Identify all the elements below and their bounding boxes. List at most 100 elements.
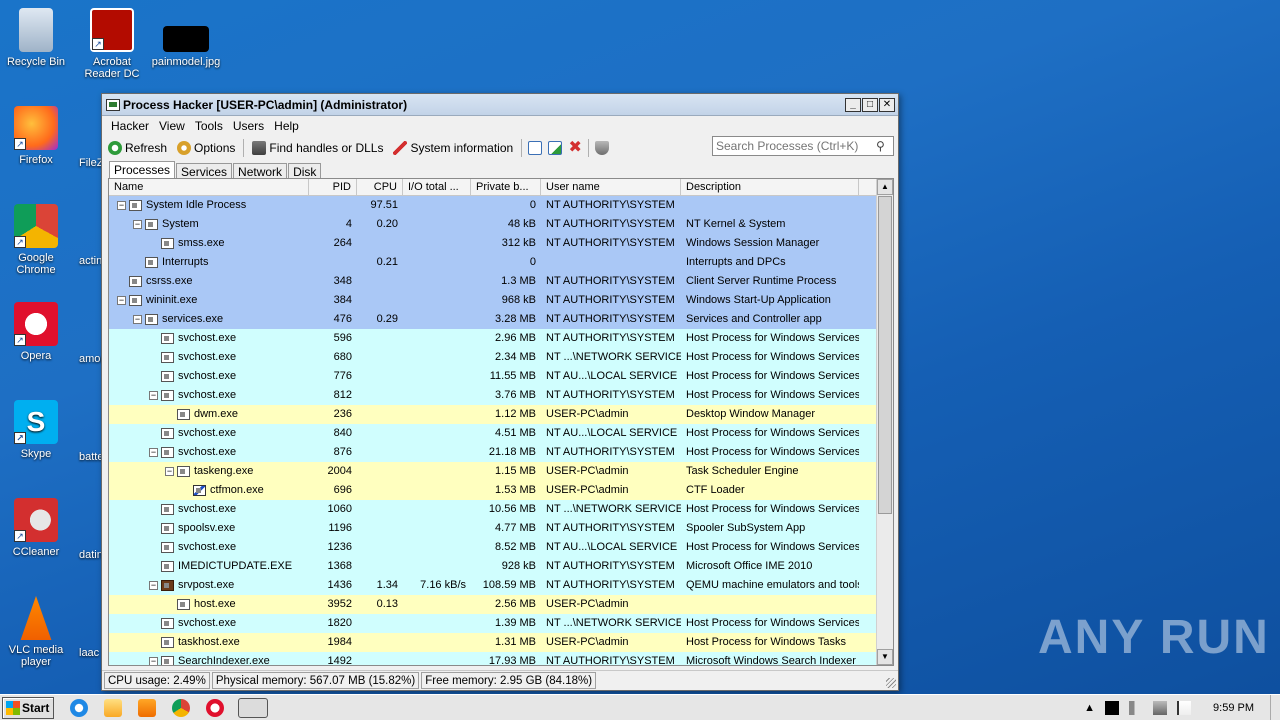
partial-desktop-label[interactable]: laac [79, 647, 99, 659]
chrome-taskbar-icon[interactable] [172, 698, 190, 717]
volume-icon[interactable] [1129, 701, 1144, 715]
search-processes[interactable]: ⚲ [712, 136, 894, 156]
column-header-description[interactable]: Description [681, 179, 859, 195]
process-row[interactable]: spoolsv.exe 1196 4.77 MB NT AUTHORITY\SYSTE… [109, 519, 893, 538]
acrobat-reader-shortcut[interactable]: ↗ Acrobat Reader DC [77, 8, 147, 80]
column-header-pid[interactable]: PID [309, 179, 357, 195]
scroll-up-arrow[interactable]: ▲ [877, 179, 893, 195]
process-row[interactable]: svchost.exe 840 4.51 MB NT AU...\LOCAL SERV… [109, 424, 893, 443]
process-row[interactable]: svchost.exe 1060 10.56 MB NT ...\NETWORK SE… [109, 500, 893, 519]
process-row[interactable]: − System 4 0.20 48 kB NT AUTHORITY\SYSTEM NT K… [109, 215, 893, 234]
process-user-name: USER-PC\admin [546, 465, 629, 477]
process-row[interactable]: csrss.exe 348 1.3 MB NT AUTHORITY\SYSTEM Cli… [109, 272, 893, 291]
internet-explorer-icon[interactable] [70, 698, 88, 717]
process-row[interactable]: svchost.exe 596 2.96 MB NT AUTHORITY\SYSTEM… [109, 329, 893, 348]
partial-desktop-label[interactable]: batte [79, 451, 103, 463]
process-row[interactable]: − svchost.exe 876 21.18 MB NT AUTHORITY\SYST… [109, 443, 893, 462]
chrome-shortcut[interactable]: ↗ Google Chrome [1, 204, 71, 276]
shield-icon[interactable] [595, 141, 610, 155]
partial-desktop-label[interactable]: actin [79, 255, 102, 267]
resize-grip[interactable] [886, 678, 896, 688]
vertical-scrollbar[interactable]: ▲ ▼ [876, 179, 893, 665]
action-center-flag-icon[interactable] [1177, 701, 1192, 715]
system-information-button[interactable]: System information [391, 141, 515, 155]
menu-users[interactable]: Users [228, 119, 269, 133]
find-window-icon[interactable] [548, 141, 563, 155]
close-button[interactable]: ✕ [879, 97, 895, 112]
process-row[interactable]: svchost.exe 1820 1.39 MB NT ...\NETWORK SER… [109, 614, 893, 633]
opera-shortcut[interactable]: ↗ Opera [1, 302, 71, 362]
window-icon[interactable] [528, 141, 543, 155]
scroll-thumb[interactable] [878, 196, 892, 514]
taskbar-clock[interactable]: 9:59 PM [1213, 702, 1254, 714]
process-name: ctfmon.exe [210, 484, 264, 496]
firefox-shortcut[interactable]: ↗ Firefox [1, 106, 71, 166]
tree-toggle-icon[interactable]: − [165, 467, 174, 476]
process-row[interactable]: svchost.exe 680 2.34 MB NT ...\NETWORK SERV… [109, 348, 893, 367]
tray-app-icon[interactable] [1105, 701, 1120, 715]
show-desktop-button[interactable] [1270, 695, 1280, 720]
scroll-down-arrow[interactable]: ▼ [877, 649, 893, 665]
tree-toggle-icon[interactable]: − [117, 201, 126, 210]
column-header-io-total[interactable]: I/O total ... [403, 179, 471, 195]
process-row[interactable]: Interrupts 0.21 0 Interrupts and DPCs [109, 253, 893, 272]
menu-hacker[interactable]: Hacker [106, 119, 154, 133]
process-row[interactable]: − taskeng.exe 2004 1.15 MB USER-PC\admin Task… [109, 462, 893, 481]
process-row[interactable]: − wininit.exe 384 968 kB NT AUTHORITY\SYSTEM… [109, 291, 893, 310]
column-header-user-name[interactable]: User name [541, 179, 681, 195]
media-player-icon[interactable] [138, 698, 156, 717]
vlc-shortcut[interactable]: VLC media player [1, 596, 71, 668]
options-button[interactable]: Options [175, 141, 237, 155]
process-row[interactable]: host.exe 3952 0.13 2.56 MB USER-PC\admin [109, 595, 893, 614]
menu-view[interactable]: View [154, 119, 190, 133]
ccleaner-shortcut[interactable]: ↗ CCleaner [1, 498, 71, 558]
process-cpu [357, 633, 403, 652]
process-row[interactable]: − System Idle Process 97.51 0 NT AUTHORITY\S… [109, 196, 893, 215]
column-header-private-bytes[interactable]: Private b... [471, 179, 541, 195]
find-handles-button[interactable]: Find handles or DLLs [250, 141, 385, 155]
painmodel-file[interactable]: painmodel.jpg [151, 8, 221, 68]
terminate-icon[interactable]: ✖ [568, 140, 582, 156]
process-row[interactable]: ctfmon.exe 696 1.53 MB USER-PC\admin CTF Loa… [109, 481, 893, 500]
process-private-bytes: 48 kB [507, 218, 536, 230]
column-header-name[interactable]: Name [109, 179, 309, 195]
tree-toggle-icon[interactable]: − [149, 581, 158, 590]
search-input[interactable] [716, 139, 876, 153]
network-icon[interactable] [1153, 701, 1168, 715]
tree-toggle-icon[interactable]: − [133, 315, 142, 324]
process-row[interactable]: − srvpost.exe 1436 1.34 7.16 kB/s 108.59 MB NT… [109, 576, 893, 595]
process-row[interactable]: svchost.exe 1236 8.52 MB NT AU...\LOCAL SER… [109, 538, 893, 557]
column-header-cpu[interactable]: CPU [357, 179, 403, 195]
maximize-button[interactable]: □ [862, 97, 878, 112]
menu-help[interactable]: Help [269, 119, 304, 133]
show-hidden-icons-icon[interactable]: ▲ [1084, 702, 1095, 714]
process-row[interactable]: taskhost.exe 1984 1.31 MB USER-PC\admin Host… [109, 633, 893, 652]
skype-shortcut[interactable]: S ↗ Skype [1, 400, 71, 460]
opera-taskbar-icon[interactable] [206, 698, 224, 717]
tree-toggle-icon[interactable]: − [133, 220, 142, 229]
tree-toggle-icon[interactable]: − [149, 448, 158, 457]
refresh-button[interactable]: Refresh [106, 141, 169, 155]
tree-toggle-icon[interactable]: − [149, 657, 158, 665]
process-hacker-taskbar-button[interactable] [238, 697, 268, 718]
title-bar[interactable]: Process Hacker [USER-PC\admin] (Administ… [102, 94, 898, 116]
tree-toggle-icon[interactable]: − [117, 296, 126, 305]
recycle-bin-shortcut[interactable]: Recycle Bin [1, 8, 71, 68]
process-row[interactable]: dwm.exe 236 1.12 MB USER-PC\admin Desktop Wi… [109, 405, 893, 424]
process-row[interactable]: − svchost.exe 812 3.76 MB NT AUTHORITY\SYSTE… [109, 386, 893, 405]
menu-tools[interactable]: Tools [190, 119, 228, 133]
partial-desktop-label[interactable]: datin [79, 549, 103, 561]
process-name-cell: − services.exe [109, 310, 309, 329]
file-explorer-icon[interactable] [104, 698, 122, 717]
process-row[interactable]: − SearchIndexer.exe 1492 17.93 MB NT AUTHORI… [109, 652, 893, 665]
process-row[interactable]: IMEDICTUPDATE.EXE 1368 928 kB NT AUTHORITY\… [109, 557, 893, 576]
process-row[interactable]: − services.exe 476 0.29 3.28 MB NT AUTHORITY\… [109, 310, 893, 329]
search-icon[interactable]: ⚲ [876, 139, 885, 153]
start-button[interactable]: Start [2, 696, 54, 719]
process-row[interactable]: svchost.exe 776 11.55 MB NT AU...\LOCAL SER… [109, 367, 893, 386]
minimize-button[interactable]: _ [845, 97, 861, 112]
partial-desktop-label[interactable]: FileZ [79, 157, 103, 169]
desktop-icon-label: Google Chrome [16, 252, 56, 276]
process-row[interactable]: smss.exe 264 312 kB NT AUTHORITY\SYSTEM Wind… [109, 234, 893, 253]
tree-toggle-icon[interactable]: − [149, 391, 158, 400]
